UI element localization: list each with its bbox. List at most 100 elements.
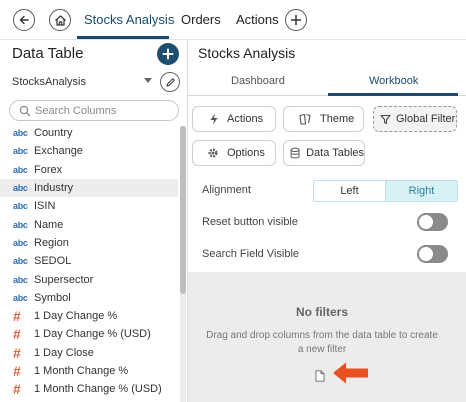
- gear-icon: [208, 148, 218, 158]
- add-data-source-button[interactable]: [157, 43, 179, 65]
- numeric-type-icon: #: [13, 326, 21, 343]
- search-columns-field[interactable]: [9, 100, 179, 121]
- column-name: Industry: [34, 182, 74, 195]
- tab-stocks-analysis[interactable]: Stocks Analysis: [84, 12, 174, 27]
- arrow-left-icon: [333, 362, 368, 384]
- global-filter-label: Global Filter: [396, 113, 456, 125]
- list-item[interactable]: abc ISIN: [0, 197, 178, 215]
- list-item[interactable]: abc Region: [0, 234, 178, 252]
- filter-drop-area[interactable]: No filters Drag and drop columns from th…: [188, 272, 466, 402]
- tab-actions[interactable]: Actions: [236, 12, 279, 27]
- no-filters-description: Drag and drop columns from the data tabl…: [206, 330, 438, 355]
- column-name: 1 Day Change % (USD): [34, 328, 151, 341]
- database-icon: [290, 147, 300, 158]
- alignment-right-option[interactable]: Right: [385, 181, 457, 201]
- list-item[interactable]: abc Forex: [0, 161, 178, 179]
- theme-icon: [299, 113, 311, 125]
- text-type-icon: abc: [13, 183, 28, 194]
- panel-title: Stocks Analysis: [198, 45, 296, 61]
- column-name: 1 Day Close: [34, 346, 94, 359]
- edit-data-source-button[interactable]: [160, 72, 180, 92]
- options-button[interactable]: Options: [192, 140, 276, 166]
- tab-dashboard[interactable]: Dashboard: [231, 75, 285, 87]
- pencil-icon: [166, 77, 175, 86]
- text-type-icon: abc: [13, 201, 28, 212]
- back-button[interactable]: [13, 9, 35, 31]
- list-item[interactable]: #1 Month Change % (USD): [0, 380, 178, 398]
- add-tab-button[interactable]: [285, 9, 307, 31]
- text-type-icon: abc: [13, 128, 28, 139]
- list-item[interactable]: abc Industry: [0, 178, 178, 198]
- column-name: 1 Month Change %: [34, 365, 129, 377]
- toggle-knob: [419, 247, 433, 261]
- numeric-type-icon: #: [13, 363, 21, 379]
- list-item[interactable]: abc Supersector: [0, 270, 178, 288]
- home-button[interactable]: [49, 9, 71, 31]
- column-name: 1 Day Change %: [34, 310, 118, 323]
- app-root: Stocks Analysis Orders Actions Data Tabl…: [0, 0, 466, 402]
- list-item[interactable]: abc SEDOL: [0, 252, 178, 270]
- data-table-panel: Data Table StocksAnalysis abc Country abc E…: [0, 40, 188, 402]
- plus-icon: [290, 14, 302, 26]
- plus-icon: [162, 48, 174, 60]
- list-item[interactable]: #1 Month Change %: [0, 362, 178, 380]
- list-item[interactable]: abc Exchange: [0, 142, 178, 160]
- back-arrow-icon: [19, 15, 29, 25]
- text-type-icon: abc: [13, 292, 28, 303]
- scrollbar-thumb[interactable]: [180, 126, 186, 294]
- list-item[interactable]: #1 Day Change % (USD): [0, 325, 178, 343]
- no-filters-title: No filters: [295, 305, 348, 319]
- reset-button-visible-toggle[interactable]: [417, 213, 448, 231]
- column-name: Symbol: [34, 291, 71, 304]
- text-type-icon: abc: [13, 274, 28, 285]
- theme-button[interactable]: Theme: [283, 106, 364, 132]
- actions-button[interactable]: Actions: [192, 106, 276, 132]
- text-type-icon: abc: [13, 219, 28, 230]
- search-icon: [19, 105, 31, 117]
- data-tables-label: Data Tables: [306, 147, 364, 159]
- column-name: Forex: [34, 163, 63, 176]
- text-type-icon: abc: [13, 237, 28, 248]
- top-tab-bar: Stocks Analysis Orders Actions: [0, 0, 466, 40]
- chevron-down-icon[interactable]: [144, 78, 152, 83]
- options-label: Options: [227, 147, 265, 159]
- numeric-type-icon: #: [13, 381, 21, 398]
- list-item[interactable]: #1 Day Change %: [0, 307, 178, 325]
- active-tab-indicator: [328, 93, 458, 96]
- list-item[interactable]: abc Symbol: [0, 289, 178, 307]
- tab-orders[interactable]: Orders: [181, 12, 221, 27]
- document-icon: [315, 370, 325, 382]
- list-item[interactable]: abc Country: [0, 124, 178, 142]
- search-input[interactable]: [35, 103, 173, 118]
- column-name: Region: [34, 236, 69, 249]
- numeric-type-icon: #: [13, 344, 21, 361]
- alignment-left-option[interactable]: Left: [314, 181, 385, 201]
- data-source-select[interactable]: StocksAnalysis: [12, 76, 86, 88]
- toggle-knob: [419, 215, 433, 229]
- search-field-visible-toggle[interactable]: [417, 245, 448, 263]
- reset-button-visible-label: Reset button visible: [202, 216, 298, 228]
- list-item[interactable]: #1 Day Close: [0, 344, 178, 362]
- list-item[interactable]: abc Name: [0, 215, 178, 233]
- alignment-segmented-control: Left Right: [313, 180, 458, 202]
- column-name: SEDOL: [34, 255, 72, 268]
- column-name: Supersector: [34, 273, 94, 286]
- text-type-icon: abc: [13, 146, 28, 157]
- column-list: abc Country abc Exchange abc Forex abc Industry…: [0, 124, 178, 398]
- data-tables-button[interactable]: Data Tables: [283, 140, 365, 166]
- tab-workbook[interactable]: Workbook: [369, 75, 418, 87]
- text-type-icon: abc: [13, 164, 28, 175]
- numeric-type-icon: #: [13, 308, 21, 325]
- alignment-label: Alignment: [202, 184, 251, 196]
- actions-label: Actions: [227, 113, 264, 125]
- column-name: ISIN: [34, 200, 56, 213]
- column-name: Country: [34, 127, 73, 140]
- column-name: Exchange: [34, 145, 83, 158]
- workbook-panel: Stocks Analysis Dashboard Workbook Actio…: [188, 40, 466, 402]
- global-filter-button[interactable]: Global Filter: [373, 106, 457, 132]
- panel-title: Data Table: [12, 45, 84, 62]
- text-type-icon: abc: [13, 256, 28, 267]
- lightning-icon: [210, 113, 218, 125]
- filter-icon: [380, 114, 391, 124]
- column-name: Name: [34, 218, 64, 231]
